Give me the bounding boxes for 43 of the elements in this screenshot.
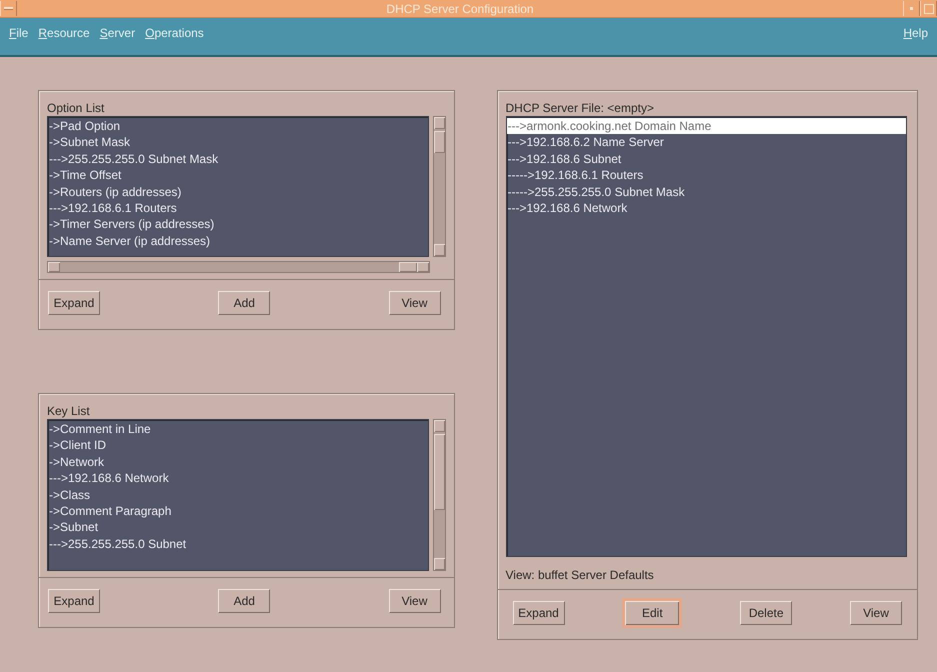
window-menu-button[interactable] [0, 1, 17, 16]
list-item[interactable]: ----->192.168.6.1 Routers [506, 167, 906, 184]
list-item[interactable]: ->Comment Paragraph [48, 503, 428, 520]
list-item[interactable]: ->Routers (ip addresses) [48, 184, 428, 200]
list-item[interactable]: ->Subnet [48, 519, 428, 536]
panel-title: Key List [47, 403, 91, 419]
list-item[interactable]: --->192.168.6 Network [506, 200, 906, 216]
list-item[interactable]: --->255.255.255.0 Subnet Mask [48, 150, 428, 168]
window-title: DHCP Server Configuration [385, 2, 535, 16]
list-item[interactable]: ->Client ID [48, 437, 428, 454]
list-item[interactable]: --->255.255.255.0 Subnet [48, 536, 428, 552]
panel-button[interactable]: Edit [622, 598, 682, 628]
status-text: View: buffet Server Defaults [506, 567, 655, 583]
list-item[interactable]: ----->255.255.255.0 Subnet Mask [506, 184, 906, 200]
list-item[interactable]: ->Network [48, 454, 428, 470]
panel-button[interactable]: Expand [48, 291, 100, 315]
list-item[interactable]: ->Subnet Mask [48, 134, 428, 151]
list-item[interactable]: --->192.168.6.2 Name Server [506, 134, 906, 151]
list-item[interactable]: --->armonk.cooking.net Domain Name [506, 118, 906, 134]
list-item[interactable]: ->Time Offset [48, 167, 428, 184]
list-item[interactable]: --->192.168.6 Subnet [506, 150, 906, 168]
list-item[interactable]: --->192.168.6.1 Routers [48, 200, 428, 216]
panel-button[interactable]: View [388, 291, 440, 315]
panel-button[interactable]: Expand [48, 589, 100, 613]
panel-button[interactable]: View [388, 589, 440, 613]
panel-button[interactable]: Expand [512, 601, 564, 625]
horizontal-scrollbar[interactable] [47, 261, 430, 273]
list-item[interactable]: ->Name Server (ip addresses) [48, 232, 428, 250]
minimize-button[interactable] [903, 1, 920, 16]
panel-button[interactable]: Delete [740, 601, 792, 625]
panel-title: DHCP Server File: <empty> [506, 100, 655, 116]
list-item[interactable]: ->Pad Option [48, 118, 428, 134]
vertical-scrollbar[interactable] [432, 116, 446, 257]
list-item[interactable]: ->Timer Servers (ip addresses) [48, 216, 428, 233]
panel-button[interactable]: View [850, 601, 902, 625]
panel-button[interactable]: Add [218, 291, 270, 315]
list-item[interactable]: --->192.168.6 Network [48, 470, 428, 487]
vertical-scrollbar[interactable] [432, 419, 446, 571]
list-item[interactable]: ->Class [48, 486, 428, 504]
list-item[interactable]: ->Comment in Line [48, 421, 428, 438]
maximize-button[interactable] [920, 1, 937, 16]
panel-button[interactable]: Add [218, 589, 270, 613]
panel-title: Option List [47, 100, 106, 116]
